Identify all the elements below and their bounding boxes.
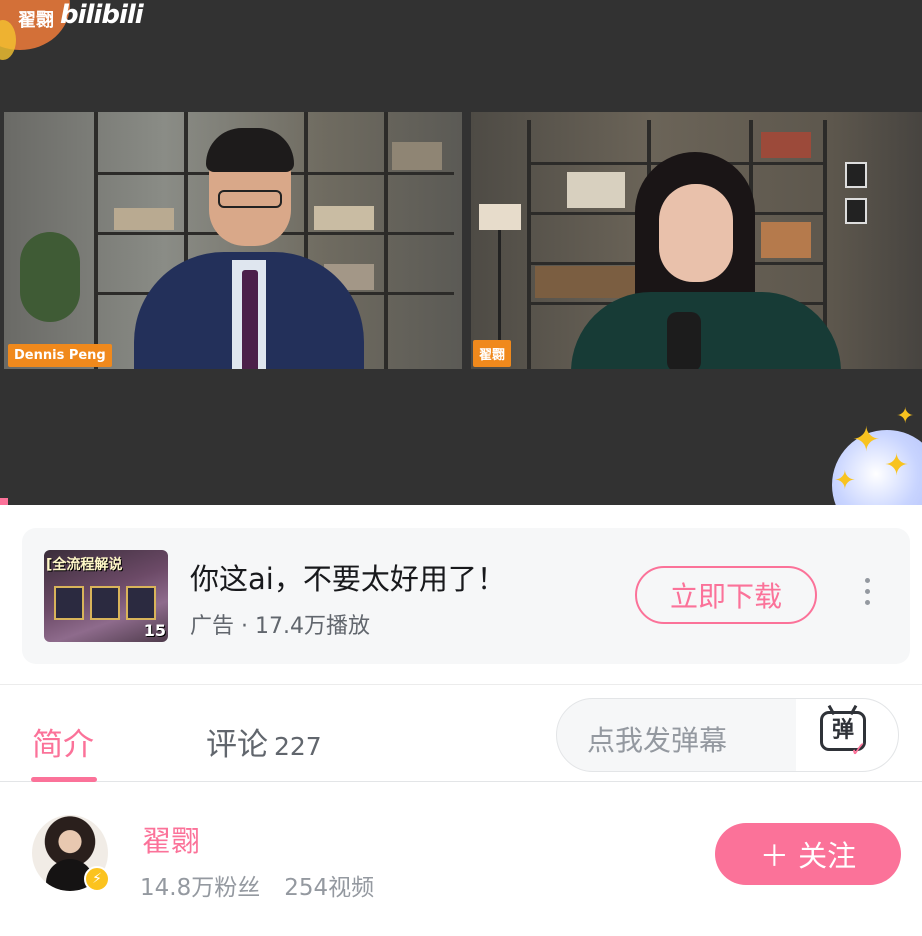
uploader-stats: 14.8万粉丝 254视频 xyxy=(140,868,374,902)
watermark-channel-name: 翟翾 xyxy=(18,10,54,31)
uploader-videos: 254视频 xyxy=(284,875,375,901)
check-icon: ✓ xyxy=(850,737,867,761)
tabs-bar: 简介 评论 227 点我发弹幕 弹 ✓ xyxy=(0,684,922,782)
comments-count: 227 xyxy=(274,732,322,761)
danmaku-input[interactable]: 点我发弹幕 弹 ✓ xyxy=(556,698,899,772)
danmaku-toggle-button[interactable]: 弹 ✓ xyxy=(796,699,898,771)
uploader-name[interactable]: 翟翾 xyxy=(142,818,200,860)
tab-active-indicator xyxy=(31,777,97,782)
ad-thumbnail-number: 15 xyxy=(143,621,166,640)
speaker-left-frame: Dennis Peng xyxy=(4,112,462,369)
danmaku-placeholder: 点我发弹幕 xyxy=(587,724,728,757)
follow-button[interactable]: ＋ 关注 xyxy=(715,823,901,885)
ad-card[interactable]: [全流程解说 15 你这ai，不要太好用了！ 广告 · 17.4万播放 立即下载 xyxy=(22,528,910,664)
ad-thumbnail-caption: [全流程解说 xyxy=(46,557,123,573)
sparkle-icon: ✦ xyxy=(852,420,881,460)
bilibili-logo-icon: bilibili xyxy=(60,0,144,30)
tab-comments-label: 评论 xyxy=(206,727,268,763)
video-player[interactable]: 翟翾 bilibili Dennis Peng 翟翾 ✦ ✦ ✦ ✦ xyxy=(0,0,922,505)
uploader-followers: 14.8万粉丝 xyxy=(140,875,261,901)
sparkle-icon: ✦ xyxy=(884,448,910,483)
ad-thumbnail[interactable]: [全流程解说 15 xyxy=(44,550,168,642)
speaker-right-frame: 翟翾 xyxy=(471,112,922,369)
ad-title[interactable]: 你这ai，不要太好用了！ xyxy=(190,556,506,598)
playback-progress-indicator xyxy=(0,498,8,505)
ad-meta: 广告 · 17.4万播放 xyxy=(190,614,370,639)
speaker-right-nametag: 翟翾 xyxy=(473,340,512,367)
sparkle-icon: ✦ xyxy=(896,404,915,429)
tab-comments[interactable]: 评论 227 xyxy=(206,719,322,764)
more-vertical-icon[interactable] xyxy=(860,578,874,614)
tab-intro[interactable]: 简介 xyxy=(32,719,94,764)
speaker-left-nametag: Dennis Peng xyxy=(8,344,112,367)
verified-badge-icon: ⚡ xyxy=(84,866,110,892)
download-now-button[interactable]: 立即下载 xyxy=(635,566,817,624)
sparkle-icon: ✦ xyxy=(834,466,856,496)
